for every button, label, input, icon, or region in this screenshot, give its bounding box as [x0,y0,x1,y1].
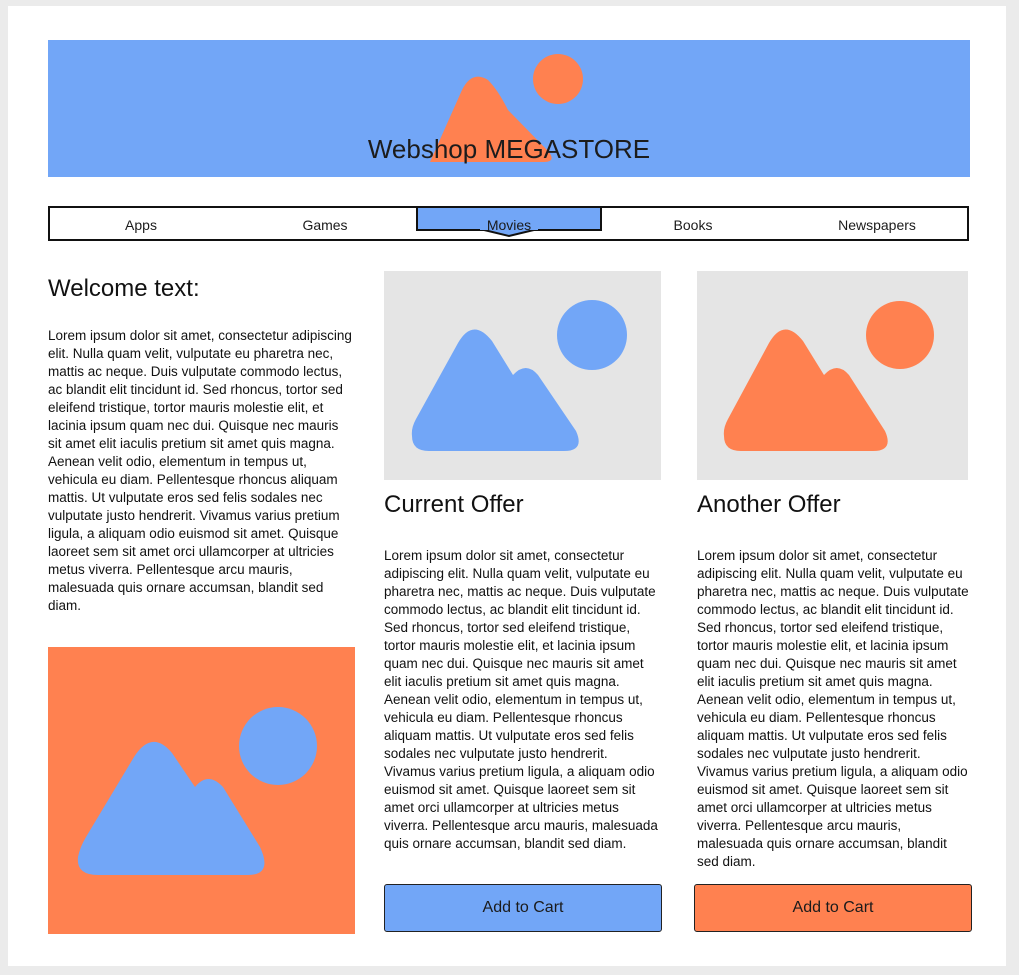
offer-description: Lorem ipsum dolor sit amet, consectetur … [384,547,662,863]
welcome-text: Lorem ipsum dolor sit amet, consectetur … [48,328,352,613]
image-placeholder-icon [411,300,627,451]
welcome-title: Welcome text: [48,275,200,302]
header-banner: Webshop MEGASTORE [48,40,970,177]
offer-text: Lorem ipsum dolor sit amet, consectetur … [697,548,969,869]
offer-image [697,271,968,480]
nav-item-newspapers[interactable]: Newspapers [786,208,968,239]
nav-item-apps[interactable]: Apps [50,208,232,239]
offer-image [384,271,661,480]
welcome-image [48,647,355,934]
nav-item-books[interactable]: Books [602,208,784,239]
image-placeholder-icon [723,301,934,451]
main-nav: Apps Games Movies Books Newspapers [48,206,969,241]
offer-title: Another Offer [697,491,841,518]
add-to-cart-button[interactable]: Add to Cart [694,884,972,932]
offer-title: Current Offer [384,491,524,518]
offer-text: Lorem ipsum dolor sit amet, consectetur … [384,548,658,851]
site-title: Webshop MEGASTORE [367,134,651,164]
add-to-cart-button[interactable]: Add to Cart [384,884,662,932]
image-placeholder-icon [77,707,317,875]
offer-description: Lorem ipsum dolor sit amet, consectetur … [697,547,969,872]
nav-item-games[interactable]: Games [234,208,416,239]
nav-item-movies[interactable]: Movies [418,208,600,239]
